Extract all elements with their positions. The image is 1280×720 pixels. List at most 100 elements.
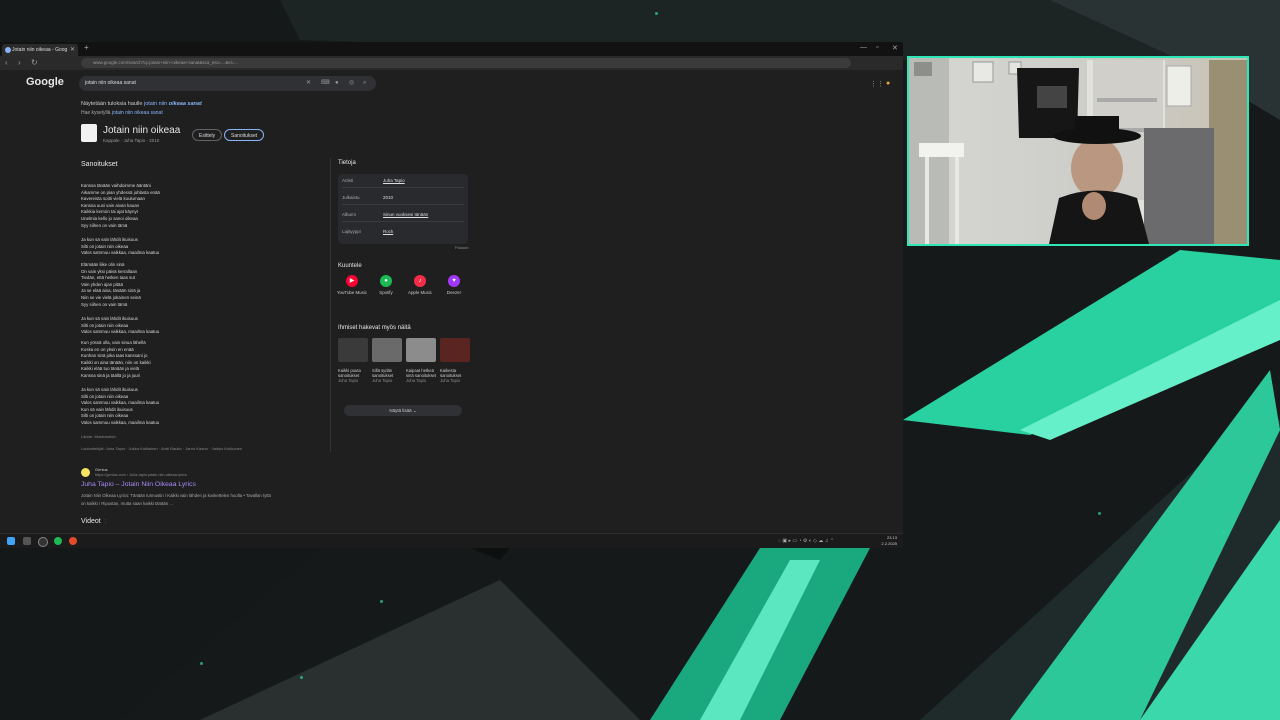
account-avatar[interactable]: ● [886, 80, 890, 87]
songwriters: Lauluntekijät: Juha Tapio · Jukka Kotila… [81, 446, 243, 451]
lyrics-stanza: Elämään liike olin sinä On vain yksi päiv… [81, 262, 141, 308]
feedback-link[interactable]: Palaute [455, 245, 469, 250]
google-results-page: Google jotain niin oikeaa sanat ✕ ⌨ ● ◎ … [0, 70, 903, 533]
tab-overview[interactable]: Esittely [192, 129, 223, 141]
task-view-icon[interactable] [23, 537, 31, 545]
windows-taskbar: ◌ ▣ ▸ ▭ ◔ ⚙ ◐ ◇ ☁ ♫ ⌃ 23.13 2.2.2025 [0, 533, 903, 548]
result-url[interactable]: https://genius.com › Juha-tapio-jotain-n… [95, 473, 187, 477]
browser-tab[interactable]: Jotain niin oikeaa - Goog ✕ [2, 44, 78, 56]
lyrics-line: Niin se vie vielä jokainen seinä [81, 294, 141, 300]
search-input[interactable]: jotain niin oikeaa sanat ✕ ⌨ ● ◎ ⌕ [79, 76, 376, 91]
genius-favicon-icon [81, 468, 90, 477]
tab-lyrics[interactable]: Sanoitukset [224, 129, 265, 141]
google-logo[interactable]: Google [26, 76, 64, 88]
related-song-label[interactable]: Kaikesta sanoitukset Juha Tapio [440, 368, 472, 384]
lyrics-line: Tiedän, että hetken taas sut [81, 275, 136, 281]
lyrics-line: On vain yksi päivä kerrallaan [81, 268, 138, 274]
lyrics-line: Syy siihen on vain tämä [81, 301, 128, 307]
back-icon[interactable]: ‹ [5, 58, 8, 67]
apps-grid-icon[interactable]: ⋮⋮ [870, 80, 884, 88]
address-text: www.google.com/search?q=jotain+niin+oike… [93, 60, 239, 65]
minimize-icon[interactable]: — [860, 44, 867, 51]
related-song-label[interactable]: Kaipaat hetkeä sinä sanoitukset Juha Tapi… [406, 368, 438, 384]
address-bar[interactable]: www.google.com/search?q=jotain+niin+oike… [81, 58, 851, 68]
related-song-thumbnail[interactable] [372, 338, 402, 362]
original-query-link[interactable]: jotain niin oikeaa sanat [112, 110, 163, 116]
search-icon[interactable]: ⌕ [363, 76, 366, 91]
streaming-service-button[interactable]: ● Spotify [371, 275, 401, 295]
lyrics-line: Ja kun sä vain lähdit ikuisuus [81, 387, 138, 392]
lyrics-line: Koska en on yksin en enää [81, 346, 134, 352]
lyrics-line: Kun yössä olla, vain sinua lähellä [81, 340, 146, 345]
lyrics-line: Kanssa uusi vain aivan kauan [81, 202, 140, 208]
tray-icons[interactable]: ◌ ▣ ▸ ▭ ◔ ⚙ ◐ ◇ ☁ ♫ ⌃ [778, 538, 834, 544]
search-instead: Hae kyselyllä jotain niin oikeaa sanat [81, 110, 163, 116]
lyrics-heading: Sanoitukset [81, 161, 118, 168]
tab-close-icon[interactable]: ✕ [70, 44, 75, 56]
mic-icon[interactable]: ● [335, 76, 339, 91]
reload-icon[interactable]: ↻ [31, 58, 38, 67]
lyrics-line: Unelmia kello jo sanoi oikeaa [81, 215, 138, 221]
forward-icon[interactable]: › [18, 58, 21, 67]
lyrics-line: Silti on jotain niin oikeaa [81, 413, 129, 419]
listen-heading: Kuuntele [338, 263, 362, 269]
lyrics-line: Kaikki elää tuo tänään ja vielä [81, 366, 140, 372]
song-document-icon [81, 124, 97, 142]
spotify-icon[interactable] [54, 537, 62, 545]
lyrics-stanza: Ja kun sä vain lähdit ikuisuus Silti on j… [81, 387, 159, 427]
lyrics-stanza: Kun yössä olla, vain sinua lähellä Koska … [81, 340, 151, 380]
info-row: Lajityyppi Rock [342, 225, 464, 239]
service-label: YouTube Music [337, 290, 367, 295]
service-icon: ♥ [448, 275, 460, 287]
streaming-service-button[interactable]: ♥ Deezer [439, 275, 469, 295]
lyrics-line: Silti on jotain niin oikeaa [81, 243, 129, 249]
new-tab-icon[interactable]: + [84, 43, 89, 52]
browser-taskbar-icon[interactable] [69, 537, 77, 545]
result-title-link[interactable]: Juha Tapio – Jotain Niin Oikeaa Lyrics [81, 481, 196, 488]
lyrics-stanza: Kanssa tänään vaihdoimme ääntäni Aikamme … [81, 183, 160, 229]
webcam-feed-image [909, 58, 1247, 244]
song-subtitle: Kappale · Juha Tapio · 2010 [103, 138, 160, 143]
lyrics-line: Kaikki on aina tänään, niin on kaikki [81, 359, 151, 365]
lyrics-line: Syy siihen on vain tämä [81, 222, 128, 228]
info-value-link[interactable]: Rock [383, 225, 393, 239]
search-query: jotain niin oikeaa sanat [85, 80, 136, 86]
column-divider [330, 158, 331, 452]
taskbar-clock[interactable]: 23.13 2.2.2025 [881, 535, 897, 547]
related-song-thumbnail[interactable] [440, 338, 470, 362]
related-song-thumbnail[interactable] [338, 338, 368, 362]
streaming-service-button[interactable]: ♪ Apple Music [405, 275, 435, 295]
streaming-service-button[interactable]: ▶ YouTube Music [337, 275, 367, 295]
info-row: Albumi Sinun vuoksesi tänään [342, 208, 464, 222]
lyrics-line: Aikamme on pian yhdessä juhlasta enää [81, 189, 160, 195]
lyrics-line: Elämään liike olin sinä [81, 262, 125, 267]
related-song-label[interactable]: Sillä sydän sanoitukset Juha Tapio [372, 368, 404, 384]
service-icon: ● [380, 275, 392, 287]
song-title: Jotain niin oikeaa [103, 125, 181, 136]
close-window-icon[interactable]: ✕ [892, 44, 898, 52]
obs-icon[interactable] [38, 537, 48, 547]
lyrics-source[interactable]: Lähde: Musixmatch [81, 434, 116, 439]
info-value-link[interactable]: Juha Tapio [383, 174, 405, 188]
service-label: Spotify [379, 290, 393, 295]
lyrics-line: Ja kun sä vain lähdit ikuisuus [81, 237, 138, 242]
service-label: Apple Music [408, 290, 432, 295]
lyrics-line: Valos sammuu vaikkaa, maailma kaatuu [81, 329, 160, 335]
lyrics-line: Kavereista soitti vielä kuulumaan [81, 196, 145, 202]
info-value-link[interactable]: Sinun vuoksesi tänään [383, 208, 428, 222]
people-also-search-heading: Ihmiset hakevat myös näitä [338, 325, 411, 331]
clear-icon[interactable]: ✕ [306, 76, 311, 91]
lyrics-line: Silti on jotain niin oikeaa [81, 322, 129, 328]
lyrics-line: Silti on jotain niin oikeaa [81, 393, 129, 399]
windows-start-icon[interactable] [7, 537, 15, 545]
related-song-label[interactable]: Kaikki puuta sanoitukset Juha Tapio [338, 368, 370, 384]
maximize-icon[interactable]: ▫ [876, 44, 878, 51]
lyrics-line: Kunhan sinä joka taas kanssani jo [81, 353, 148, 359]
lens-icon[interactable]: ◎ [349, 76, 354, 91]
show-more-button[interactable]: Näytä lisää ⌄ [344, 405, 462, 416]
corrected-query-link[interactable]: jotain niin oikeaa sanat [144, 101, 202, 107]
related-song-thumbnail[interactable] [406, 338, 436, 362]
lyrics-line: Kun sä vain lähdit ikuisuus [81, 406, 133, 412]
lyrics-line: Valos sammuu vaikkaa, maailma kaatuu [81, 250, 160, 256]
keyboard-icon[interactable]: ⌨ [321, 76, 330, 91]
